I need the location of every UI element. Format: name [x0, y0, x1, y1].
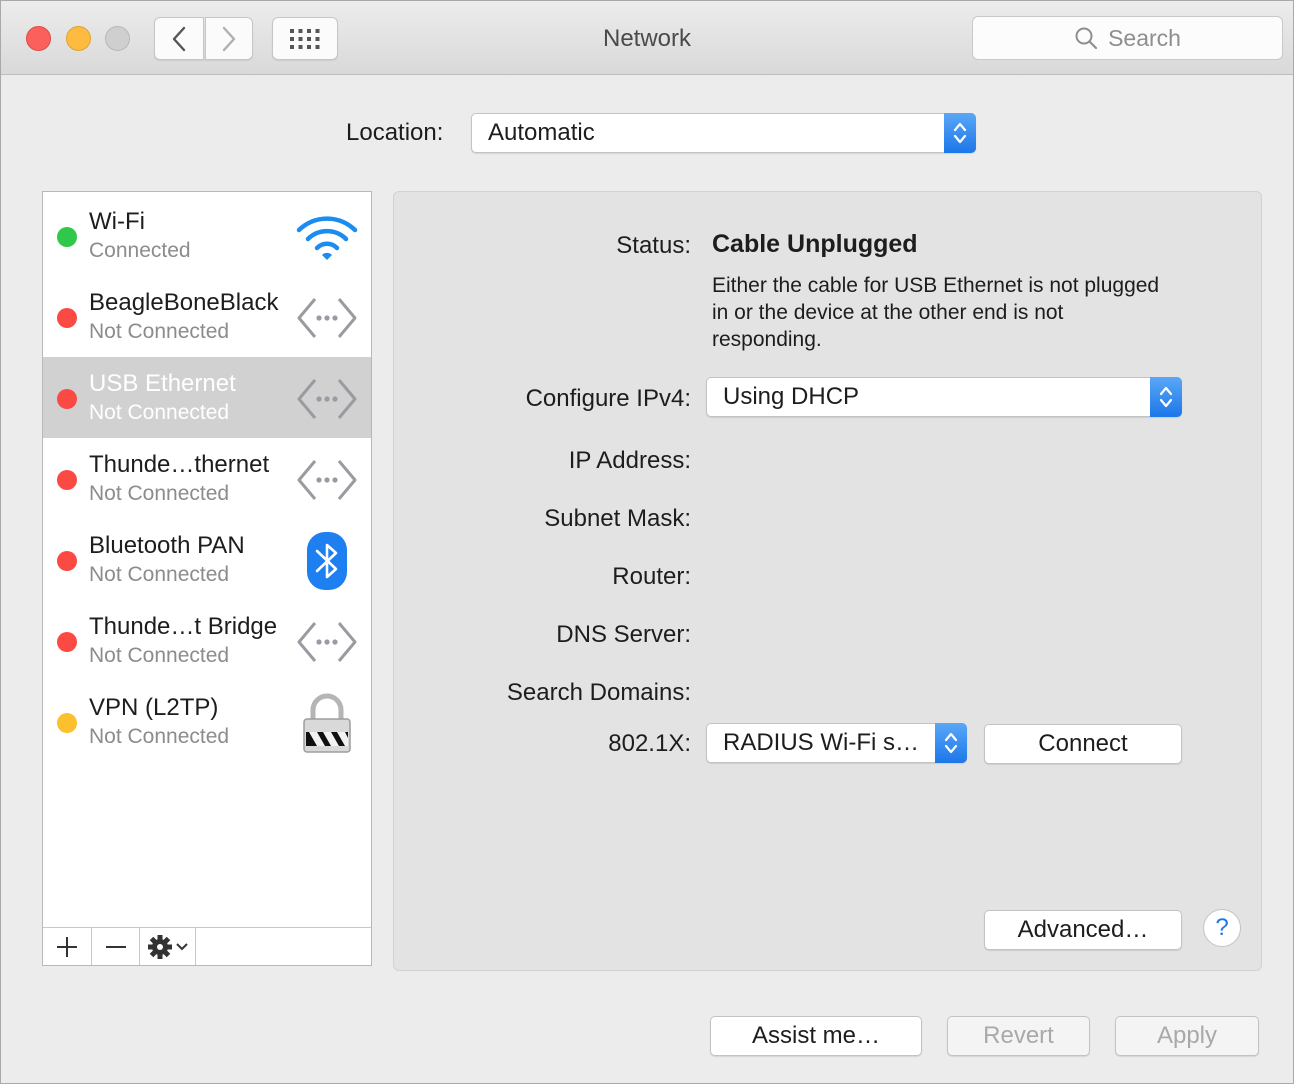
service-actions-button[interactable]	[140, 928, 196, 965]
service-state: Not Connected	[89, 482, 230, 505]
service-item-thunderbolt-bridge[interactable]: Thunde…t Bridge Not Connected	[43, 600, 371, 681]
service-item-bluetooth-pan[interactable]: Bluetooth PAN Not Connected	[43, 519, 371, 600]
dot1x-label: 802.1X:	[608, 730, 691, 757]
status-dot	[57, 632, 77, 652]
configure-ipv4-popup[interactable]: Using DHCP	[706, 377, 1182, 417]
service-item-wifi[interactable]: Wi-Fi Connected	[43, 195, 371, 276]
plus-icon	[57, 936, 77, 957]
service-state: Not Connected	[89, 563, 230, 586]
dns-server-label: DNS Server:	[556, 621, 691, 648]
service-state: Not Connected	[89, 320, 230, 343]
service-state: Not Connected	[89, 725, 230, 748]
configure-ipv4-value: Using DHCP	[723, 383, 860, 410]
service-name: VPN (L2TP)	[89, 694, 219, 721]
updown-arrows-icon	[1150, 377, 1182, 417]
help-button[interactable]: ?	[1203, 909, 1241, 947]
search-placeholder: Search	[1108, 24, 1181, 51]
add-service-button[interactable]	[43, 928, 92, 965]
status-value: Cable Unplugged	[712, 230, 918, 258]
status-dot	[57, 389, 77, 409]
updown-arrows-icon	[935, 723, 967, 763]
bluetooth-icon	[295, 532, 359, 590]
network-preferences-window: Network Search Location: Automatic Wi-Fi…	[0, 0, 1294, 1084]
ethernet-icon	[295, 290, 359, 346]
service-item-thunderbolt-ethernet[interactable]: Thunde…thernet Not Connected	[43, 438, 371, 519]
chevron-down-icon	[175, 942, 188, 950]
status-dot	[57, 227, 77, 247]
dot1x-profile-popup[interactable]: RADIUS Wi-Fi s…	[706, 723, 967, 763]
configure-ipv4-label: Configure IPv4:	[525, 385, 691, 412]
status-description: Either the cable for USB Ethernet is not…	[712, 274, 1160, 351]
subnet-mask-label: Subnet Mask:	[544, 505, 691, 532]
search-field[interactable]: Search	[972, 16, 1283, 60]
location-popup[interactable]: Automatic	[471, 113, 976, 153]
service-list: Wi-Fi Connected BeagleBoneBlack Not Conn…	[42, 191, 372, 966]
service-item-usb-ethernet[interactable]: USB Ethernet Not Connected	[43, 357, 371, 438]
search-domains-label: Search Domains:	[506, 679, 691, 706]
service-state: Not Connected	[89, 644, 230, 667]
location-value: Automatic	[488, 119, 595, 146]
service-state: Connected	[89, 239, 191, 262]
assist-me-button[interactable]: Assist me…	[710, 1016, 922, 1056]
wifi-icon	[295, 209, 359, 265]
advanced-button[interactable]: Advanced…	[984, 910, 1182, 950]
dot1x-profile-value: RADIUS Wi-Fi s…	[723, 729, 919, 756]
service-state: Not Connected	[89, 401, 230, 424]
service-name: Thunde…thernet	[89, 451, 270, 478]
service-name: USB Ethernet	[89, 370, 236, 397]
router-label: Router:	[612, 563, 691, 590]
service-list-toolbar	[43, 927, 371, 965]
status-label: Status:	[616, 232, 691, 259]
remove-service-button[interactable]	[92, 928, 140, 965]
apply-button[interactable]: Apply	[1115, 1016, 1259, 1056]
gear-icon	[147, 934, 172, 959]
status-dot	[57, 713, 77, 733]
title-bar: Network Search	[1, 1, 1293, 75]
service-item-beaglebone[interactable]: BeagleBoneBlack Not Connected	[43, 276, 371, 357]
service-name: BeagleBoneBlack	[89, 289, 279, 316]
status-dot	[57, 551, 77, 571]
updown-arrows-icon	[944, 113, 976, 153]
status-dot	[57, 308, 77, 328]
search-icon	[1075, 27, 1098, 50]
service-name: Wi-Fi	[89, 208, 145, 235]
service-detail-panel: Status: Cable Unplugged Either the cable…	[393, 191, 1262, 971]
service-name: Bluetooth PAN	[89, 532, 245, 559]
status-dot	[57, 470, 77, 490]
minus-icon	[105, 945, 126, 948]
service-item-vpn[interactable]: VPN (L2TP) Not Connected	[43, 681, 371, 762]
service-name: Thunde…t Bridge	[89, 613, 278, 640]
lock-icon	[295, 693, 359, 753]
ethernet-icon	[295, 371, 359, 427]
ethernet-icon	[295, 614, 359, 670]
location-label: Location:	[346, 119, 444, 146]
ethernet-icon	[295, 452, 359, 508]
connect-button[interactable]: Connect	[984, 724, 1182, 764]
ip-address-label: IP Address:	[568, 447, 691, 474]
revert-button[interactable]: Revert	[947, 1016, 1090, 1056]
